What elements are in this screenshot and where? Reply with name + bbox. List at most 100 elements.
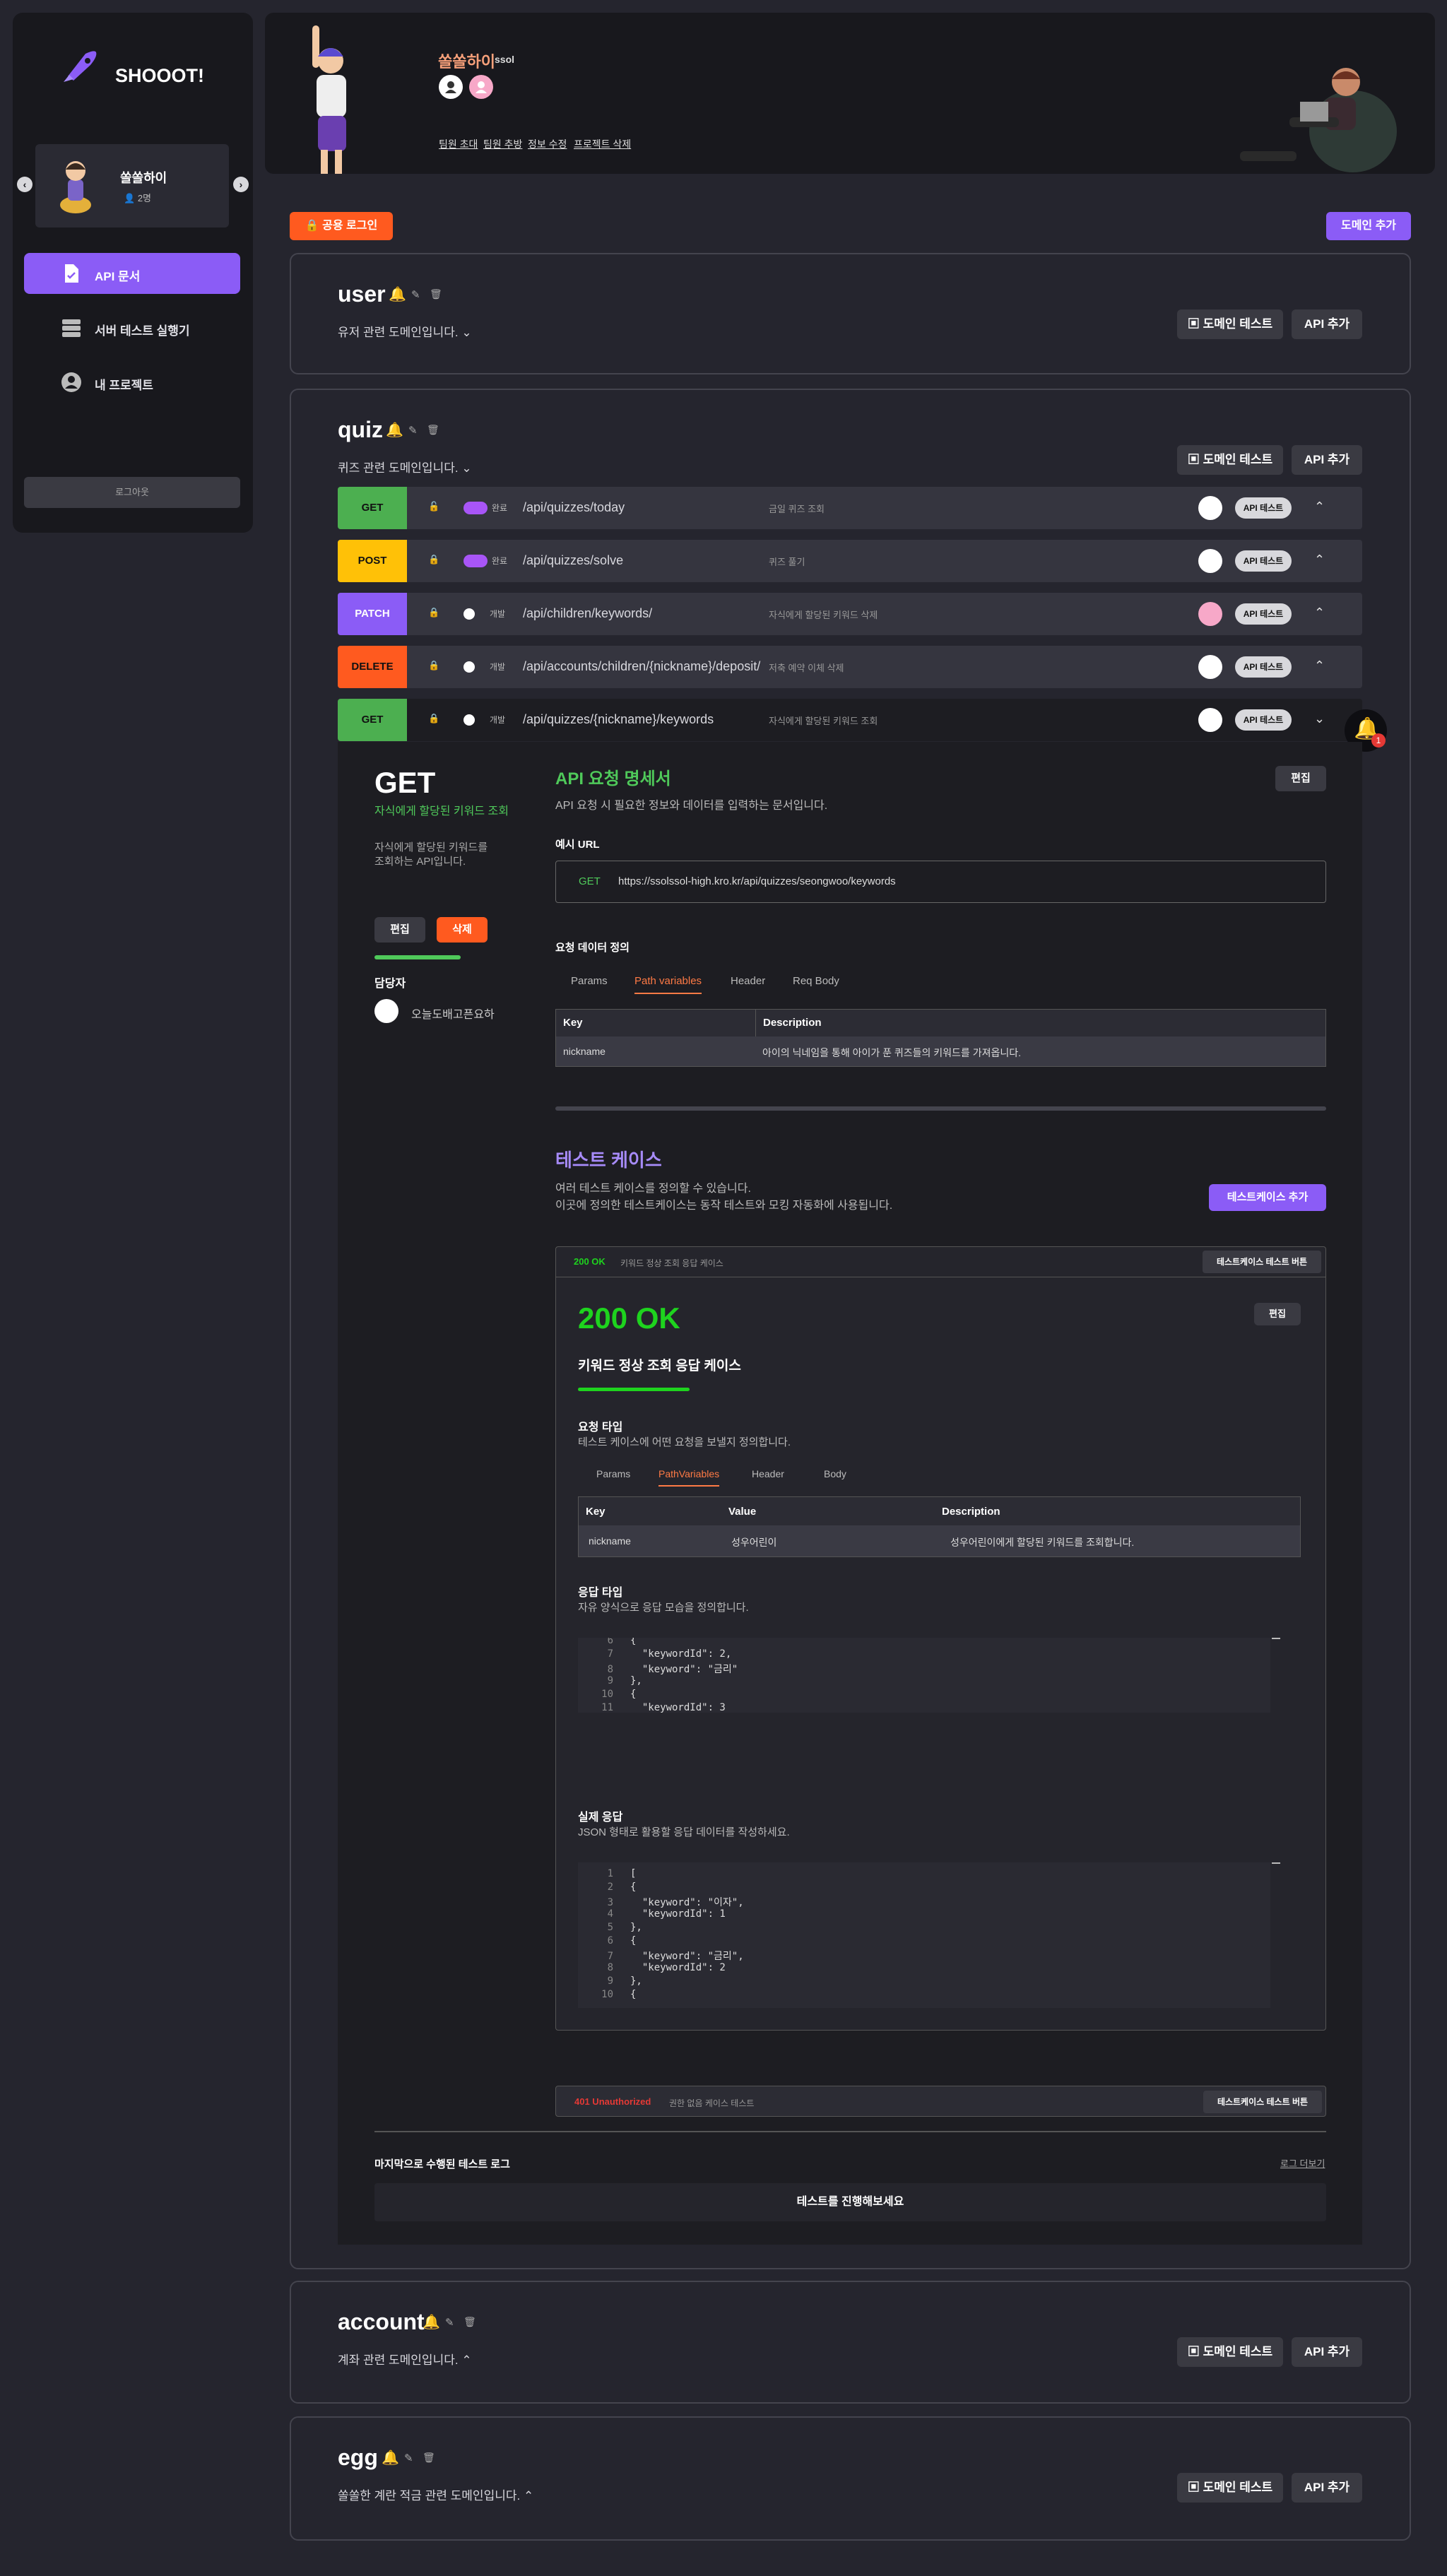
status-toggle[interactable] — [463, 661, 475, 673]
delete-project-link[interactable]: 프로젝트 삭제 — [574, 137, 631, 151]
domain-desc[interactable]: 유저 관련 도메인입니다. ⌄ — [338, 322, 472, 340]
bell-icon[interactable]: 🔔 — [382, 2449, 399, 2466]
nav-api-docs[interactable]: API 문서 — [24, 253, 240, 294]
api-test-button[interactable]: API 테스트 — [1235, 656, 1292, 678]
api-test-button[interactable]: API 테스트 — [1235, 497, 1292, 519]
code-text: { — [630, 1989, 637, 2000]
table-row[interactable]: nickname 아이의 닉네임을 통해 아이가 푼 퀴즈들의 키워드를 가져옵… — [556, 1036, 1325, 1066]
domain-test-button[interactable]: ▣ 도메인 테스트 — [1177, 309, 1283, 339]
edit-icon[interactable]: ✎ — [404, 2452, 413, 2464]
api-test-button[interactable]: API 테스트 — [1235, 550, 1292, 572]
lock-icon[interactable]: 🔒 — [428, 607, 439, 620]
spec-edit-button[interactable]: 편집 — [1275, 766, 1326, 791]
status-toggle[interactable] — [463, 502, 488, 514]
resp-type-editor[interactable]: 6{7 "keywordId": 2, 8 "keyword": "금리" 9}, 1… — [578, 1638, 1270, 1713]
domain-test-button[interactable]: ▣ 도메인 테스트 — [1177, 445, 1283, 475]
testcase-table: Key Value Description nickname 성우어린이 성우어… — [578, 1496, 1301, 1557]
status-toggle[interactable] — [463, 714, 475, 726]
tab-header[interactable]: Header — [731, 975, 765, 987]
bell-icon[interactable]: 🔔 — [389, 285, 406, 303]
detail-edit-button[interactable]: 편집 — [374, 917, 425, 943]
example-url-box[interactable]: GET https://ssolssol-high.kro.kr/api/qui… — [555, 861, 1326, 903]
tab-params[interactable]: Params — [596, 1468, 630, 1479]
edit-icon[interactable]: ✎ — [411, 288, 420, 301]
api-test-button[interactable]: API 테스트 — [1235, 709, 1292, 731]
testcase-name: 권한 없음 케이스 테스트 — [669, 2098, 755, 2108]
log-more-link[interactable]: 로그 더보기 — [1280, 2156, 1325, 2170]
trash-icon[interactable]: 🗑 — [427, 424, 439, 436]
lock-icon[interactable]: 🔒 — [428, 554, 439, 567]
edit-info-link[interactable]: 정보 수정 — [528, 137, 567, 151]
logout-button[interactable]: 로그아웃 — [24, 477, 240, 508]
add-domain-button[interactable]: 도메인 추가 — [1326, 212, 1411, 240]
code-line: 11 "keywordId": 3 — [578, 1702, 726, 1713]
status-toggle[interactable] — [463, 608, 475, 620]
code-line: 7 "keywordId": 2, — [578, 1648, 732, 1662]
tab-header[interactable]: Header — [752, 1468, 784, 1479]
tab-params[interactable]: Params — [571, 975, 608, 987]
chevron-up-icon[interactable]: ⌃ — [1314, 658, 1325, 673]
domain-test-button[interactable]: ▣ 도메인 테스트 — [1177, 2337, 1283, 2367]
server-icon — [62, 319, 81, 337]
table-row[interactable]: nickname 성우어린이 성우어린이에게 할당된 키워드를 조회합니다. — [579, 1525, 1300, 1556]
domain-test-button[interactable]: ▣ 도메인 테스트 — [1177, 2473, 1283, 2503]
test-icon: ▣ — [1187, 2345, 1203, 2358]
chevron-up-icon[interactable]: ⌃ — [1314, 500, 1325, 514]
trash-icon[interactable]: 🗑 — [463, 2316, 476, 2328]
testcase-test-button[interactable]: 테스트케이스 테스트 버튼 — [1203, 2091, 1322, 2113]
add-api-button[interactable]: API 추가 — [1292, 2337, 1362, 2367]
domain-desc[interactable]: 계좌 관련 도메인입니다. ⌃ — [338, 2350, 472, 2368]
api-row[interactable]: DELETE 🔒 개발 /api/accounts/children/{nick… — [338, 646, 1362, 688]
add-api-button[interactable]: API 추가 — [1292, 445, 1362, 475]
testcase-header[interactable]: 401 Unauthorized 권한 없음 케이스 테스트 테스트케이스 테스… — [555, 2086, 1326, 2117]
tab-path-variables[interactable]: PathVariables — [658, 1468, 720, 1487]
tab-req-body[interactable]: Req Body — [793, 975, 839, 987]
next-project-icon[interactable]: › — [233, 177, 249, 192]
testcase-test-button[interactable]: 테스트케이스 테스트 버튼 — [1203, 1251, 1321, 1273]
nav-my-projects[interactable]: 내 프로젝트 — [24, 362, 240, 403]
testcase-edit-button[interactable]: 편집 — [1254, 1303, 1301, 1325]
chevron-down-icon[interactable]: ⌄ — [1314, 711, 1325, 726]
trash-icon[interactable]: 🗑 — [430, 288, 442, 300]
actual-resp-editor[interactable]: 1[2{3 "keyword": "이자", 4 "keywordId": 1 5}… — [578, 1862, 1270, 2008]
resp-type-desc: 자유 양식으로 응답 모습을 정의합니다. — [578, 1602, 749, 1614]
editor-scrollbar[interactable] — [1272, 1638, 1280, 1639]
editor-scrollbar[interactable] — [1272, 1862, 1280, 1864]
tab-body[interactable]: Body — [824, 1468, 846, 1479]
add-api-button[interactable]: API 추가 — [1292, 2473, 1362, 2503]
detail-delete-button[interactable]: 삭제 — [437, 917, 488, 943]
code-line: 9}, — [578, 1675, 642, 1689]
tab-path-variables[interactable]: Path variables — [634, 975, 702, 994]
api-row[interactable]: PATCH 🔒 개발 /api/children/keywords/ 자식에게 … — [338, 593, 1362, 635]
member-avatar[interactable] — [469, 75, 493, 99]
status-toggle[interactable] — [463, 555, 488, 567]
testcase-header[interactable]: 200 OK 키워드 정상 조회 응답 케이스 테스트케이스 테스트 버튼 — [555, 1246, 1326, 1277]
chevron-up-icon[interactable]: ⌃ — [1314, 553, 1325, 567]
api-row[interactable]: POST 🔒 완료 /api/quizzes/solve 퀴즈 풀기 API 테… — [338, 540, 1362, 582]
code-text: "keywordId": 1 — [630, 1908, 726, 1920]
bell-icon[interactable]: 🔔 — [386, 421, 403, 439]
lock-icon[interactable]: 🔒 — [428, 660, 439, 673]
unlock-icon[interactable]: 🔓 — [428, 501, 439, 514]
add-api-button[interactable]: API 추가 — [1292, 309, 1362, 339]
detail-method: GET — [374, 766, 436, 799]
public-login-button[interactable]: 🔒 공용 로그인 — [290, 212, 393, 240]
chevron-up-icon[interactable]: ⌃ — [1314, 605, 1325, 620]
add-testcase-button[interactable]: 테스트케이스 추가 — [1209, 1184, 1326, 1211]
bell-icon[interactable]: 🔔 — [423, 2313, 440, 2331]
domain-desc[interactable]: 퀴즈 관련 도메인입니다. ⌄ — [338, 458, 472, 475]
edit-icon[interactable]: ✎ — [408, 424, 418, 437]
api-row-expanded[interactable]: GET 🔒 개발 /api/quizzes/{nickname}/keyword… — [338, 699, 1362, 741]
member-avatar[interactable] — [439, 75, 463, 99]
edit-icon[interactable]: ✎ — [445, 2316, 454, 2329]
remove-member-link[interactable]: 팀원 추방 — [483, 137, 522, 151]
invite-member-link[interactable]: 팀원 초대 — [439, 137, 478, 151]
trash-icon[interactable]: 🗑 — [423, 2452, 435, 2464]
nav-server-test[interactable]: 서버 테스트 실행기 — [24, 307, 240, 348]
api-row[interactable]: GET 🔓 완료 /api/quizzes/today 금일 퀴즈 조회 API… — [338, 487, 1362, 529]
api-test-button[interactable]: API 테스트 — [1235, 603, 1292, 625]
prev-project-icon[interactable]: ‹ — [17, 177, 33, 192]
domain-desc[interactable]: 쏠쏠한 계란 적금 관련 도메인입니다. ⌃ — [338, 2486, 533, 2503]
lock-icon[interactable]: 🔒 — [428, 713, 439, 726]
testcase-desc: 여러 테스트 케이스를 정의할 수 있습니다. — [555, 1183, 751, 1195]
